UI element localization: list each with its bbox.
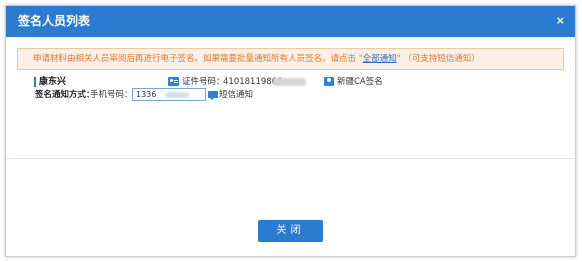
phone-redaction [165,92,189,98]
close-button[interactable]: 关闭 [258,220,323,242]
dialog-titlebar: 签名人员列表 × [6,6,575,37]
sms-notify-label[interactable]: 短信通知 [219,88,253,102]
signer-marker [34,77,36,87]
notice-suffix: " （可支持短信通知） [396,54,480,64]
notify-method-label: 签名通知方式： [35,90,95,100]
signer-row: 康东兴 证件号码： 41018119860 新疆CA签名 [17,75,564,89]
sms-icon [208,91,218,100]
notify-all-link[interactable]: 全部通知 [363,54,397,64]
phone-label: 手机号码： [90,90,133,100]
id-card-icon [168,77,179,86]
close-icon[interactable]: × [556,15,565,27]
notice-text: 申请材料由相关人员审阅后再进行电子签名。如果需要批量通知所有人员签名，请点击 " [33,54,363,64]
notify-row: 签名通知方式： 手机号码： 短信通知 [17,88,564,102]
id-number-redaction [273,78,306,86]
content-divider [6,158,575,159]
ca-signature-label: 新疆CA签名 [337,77,383,87]
notice-banner: 申请材料由相关人员审阅后再进行电子签名。如果需要批量通知所有人员签名，请点击 "… [17,48,564,70]
dialog-title: 签名人员列表 [18,14,91,28]
sign-personnel-dialog: 签名人员列表 × 申请材料由相关人员审阅后再进行电子签名。如果需要批量通知所有人… [5,5,576,257]
ca-seal-icon [324,77,334,86]
id-number-label: 证件号码： [182,77,225,87]
signer-name: 康东兴 [39,77,67,87]
